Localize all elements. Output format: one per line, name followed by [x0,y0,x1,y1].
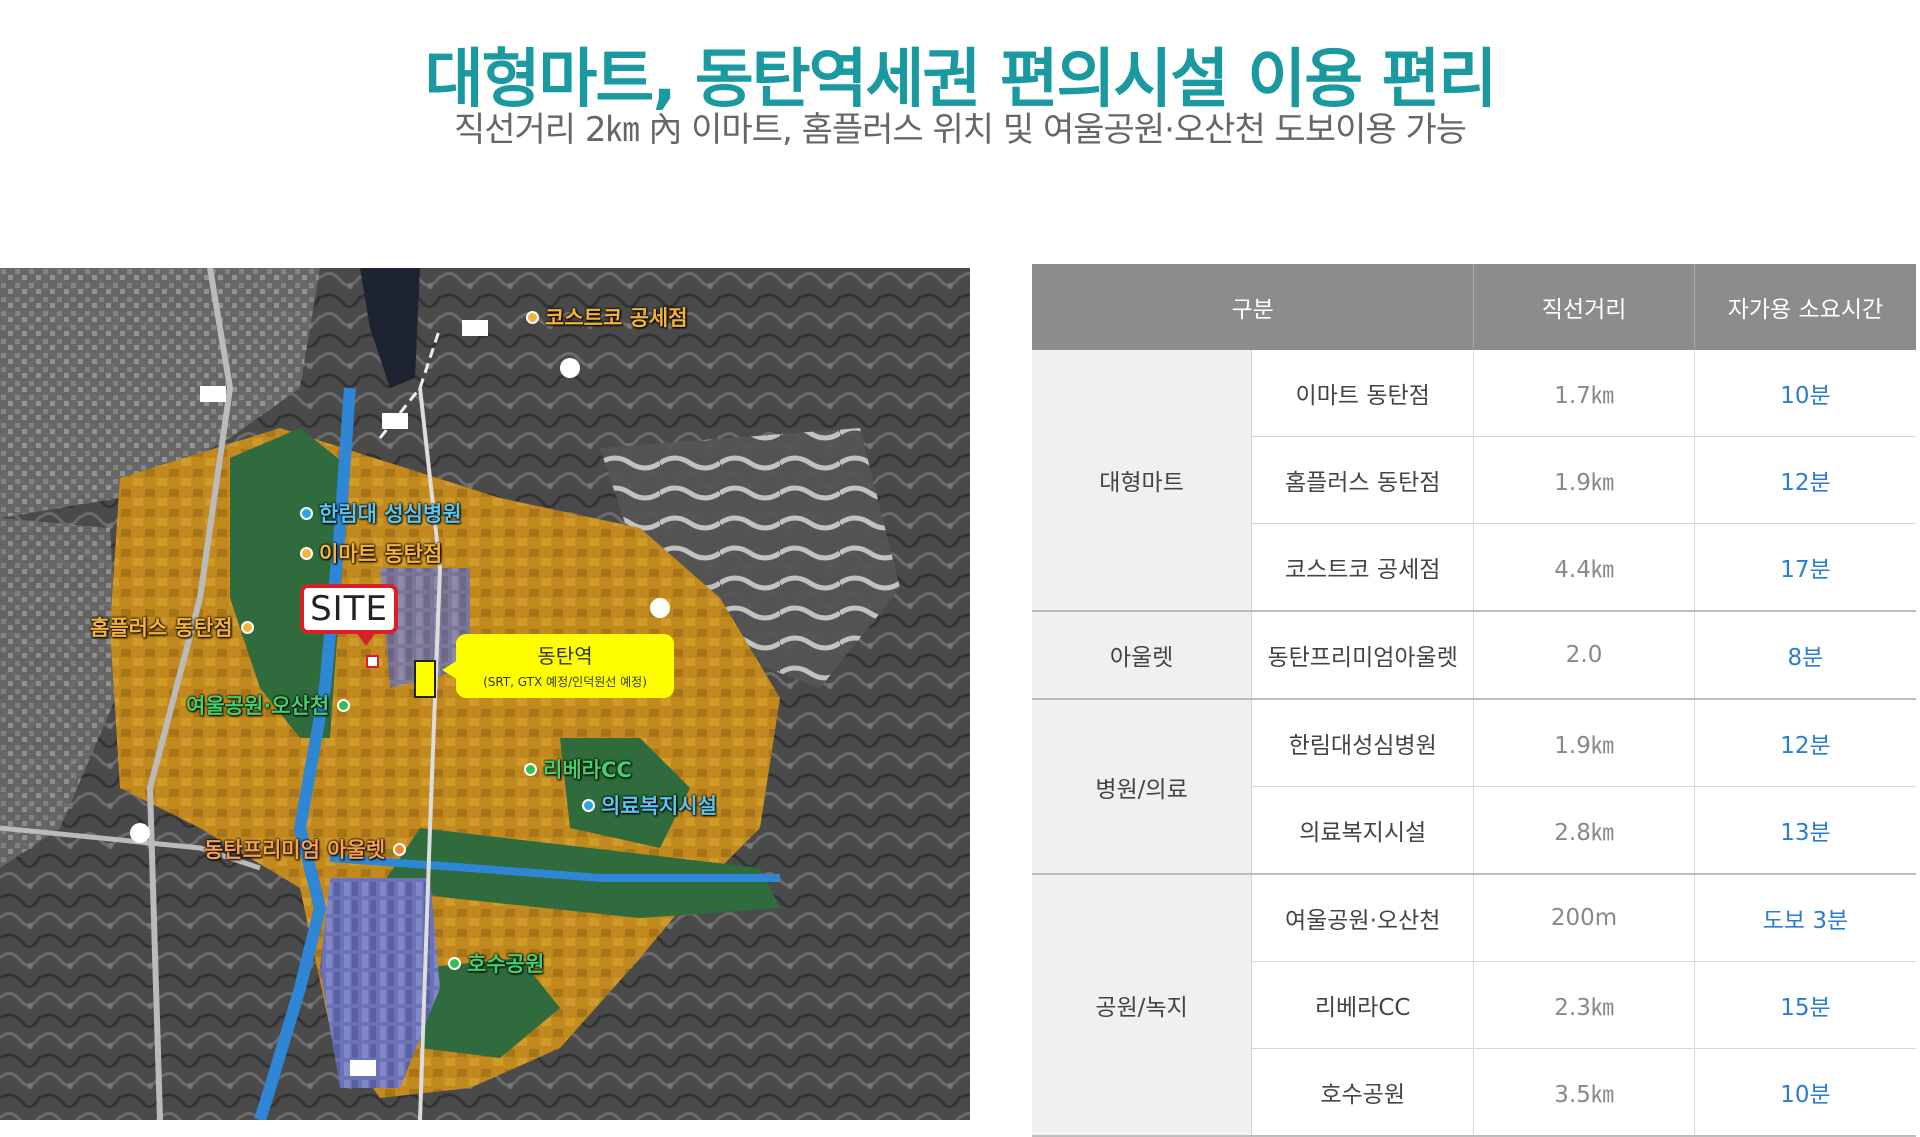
poi-homeplus: 홈플러스 동탄점 [90,612,254,642]
time-cell: 17분 [1693,523,1916,612]
page-subtitle: 직선거리 2㎞ 內 이마트, 홈플러스 위치 및 여울공원·오산천 도보이용 가… [453,110,1467,150]
poi-label: 홈플러스 동탄점 [90,616,233,640]
poi-yeoul-park: 여울공원·오산천 [186,690,351,720]
poi-emart: 이마트 동탄점 [300,538,442,568]
time-cell: 15분 [1693,961,1916,1049]
time-cell: 13분 [1693,786,1916,875]
station-note: (SRT, GTX 예정/인덕원선 예정) [483,675,647,689]
header-distance: 직선거리 [1473,264,1695,350]
time-cell: 도보 3분 [1693,874,1916,962]
poi-label: 여울공원·오산천 [186,694,330,718]
place-cell: 동탄프리미엄아울렛 [1251,611,1474,700]
time-cell: 10분 [1693,1048,1916,1137]
category-cell: 병원/의료 [1032,699,1252,875]
table-header-row: 구분 직선거리 자가용 소요시간 [1032,264,1916,350]
poi-label: 동탄프리미엄 아울렛 [204,838,386,862]
time-cell: 10분 [1693,350,1916,437]
distance-cell: 1.7㎞ [1473,350,1695,437]
green-dot-icon [448,956,461,970]
table-row: 아울렛 동탄프리미엄아울렛 2.0 8분 [1032,611,1916,700]
poi-lake-park: 호수공원 [448,948,544,978]
header-category: 구분 [1032,264,1474,350]
time-cell: 12분 [1693,699,1916,787]
location-map: 코스트코 공세점 한림대 성심병원 이마트 동탄점 홈플러스 동탄점 여울공원·… [0,268,970,1120]
distance-cell: 2.3㎞ [1473,961,1695,1049]
facility-distance-table: 구분 직선거리 자가용 소요시간 대형마트 이마트 동탄점 1.7㎞ 10분 홈… [1032,264,1916,1137]
table-row: 병원/의료 한림대성심병원 1.9㎞ 12분 [1032,699,1916,875]
place-cell: 코스트코 공세점 [1251,523,1474,612]
place-cell: 의료복지시설 [1251,786,1474,875]
orange-dot-icon [300,546,313,560]
place-cell: 리베라CC [1251,961,1474,1049]
category-cell: 아울렛 [1032,611,1252,700]
distance-cell: 2.8㎞ [1473,786,1695,875]
table-row: 대형마트 이마트 동탄점 1.7㎞ 10분 [1032,350,1916,612]
blue-dot-icon [300,506,313,520]
poi-libera-cc: 리베라CC [524,754,632,784]
place-cell: 호수공원 [1251,1048,1474,1137]
place-cell: 이마트 동탄점 [1251,350,1474,437]
poi-label: 코스트코 공세점 [545,306,688,330]
station-callout: 동탄역 (SRT, GTX 예정/인덕원선 예정) [456,634,674,698]
place-cell: 여울공원·오산천 [1251,874,1474,962]
site-marker-pointer [356,632,376,646]
site-marker: SITE [300,584,398,634]
poi-label: 이마트 동탄점 [319,542,443,566]
green-dot-icon [337,698,351,712]
poi-premium-outlet: 동탄프리미엄 아울렛 [204,834,407,864]
station-location-marker [414,660,436,698]
poi-hallym-hospital: 한림대 성심병원 [300,498,462,528]
table-row: 공원/녹지 여울공원·오산천 200m 도보 3분 [1032,874,1916,1137]
distance-cell: 3.5㎞ [1473,1048,1695,1137]
distance-cell: 1.9㎞ [1473,436,1695,524]
orange-dot-icon [526,310,539,324]
place-cell: 홈플러스 동탄점 [1251,436,1474,524]
orange-dot-icon [240,620,254,634]
distance-cell: 200m [1473,874,1695,962]
station-name: 동탄역 [537,644,593,668]
poi-label: 호수공원 [467,952,545,976]
distance-cell: 2.0 [1473,611,1695,700]
place-cell: 한림대성심병원 [1251,699,1474,787]
header-drive-time: 자가용 소요시간 [1693,264,1916,350]
category-cell: 공원/녹지 [1032,874,1252,1137]
green-dot-icon [524,762,537,776]
time-cell: 8분 [1693,611,1916,700]
distance-cell: 1.9㎞ [1473,699,1695,787]
category-cell: 대형마트 [1032,350,1252,612]
poi-costco: 코스트코 공세점 [526,302,688,332]
orange-dot-icon [393,842,407,856]
poi-label: 리베라CC [543,758,632,782]
poi-medical-welfare: 의료복지시설 [582,790,717,820]
blue-dot-icon [582,798,595,812]
site-location-square [366,655,379,668]
poi-label: 의료복지시설 [601,794,717,818]
time-cell: 12분 [1693,436,1916,524]
distance-cell: 4.4㎞ [1473,523,1695,612]
poi-label: 한림대 성심병원 [319,502,462,526]
